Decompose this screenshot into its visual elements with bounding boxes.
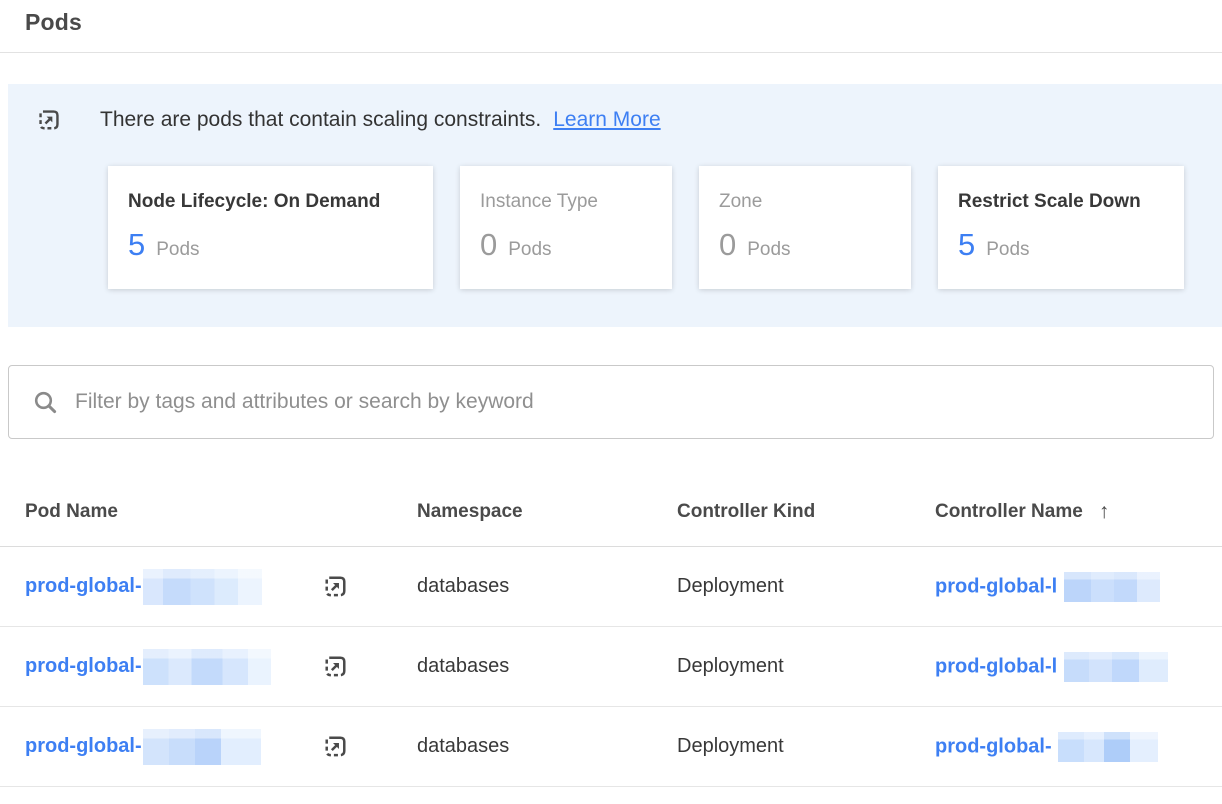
sort-ascending-icon[interactable]: ↑ (1099, 500, 1110, 524)
card-node-lifecycle[interactable]: Node Lifecycle: On Demand 5 Pods (108, 166, 433, 289)
redacted-text (1058, 732, 1158, 762)
learn-more-link[interactable]: Learn More (553, 108, 660, 132)
card-restrict-scale-down[interactable]: Restrict Scale Down 5 Pods (938, 166, 1184, 289)
pod-name: prod-global- (25, 649, 322, 685)
column-header-controller-kind[interactable]: Controller Kind (677, 501, 935, 523)
banner-message: There are pods that contain scaling cons… (100, 108, 541, 132)
redacted-text (143, 649, 271, 685)
namespace-cell: databases (417, 575, 677, 598)
search-icon (33, 390, 58, 415)
column-header-namespace[interactable]: Namespace (417, 501, 677, 523)
scaling-constraints-banner: There are pods that contain scaling cons… (8, 84, 1222, 327)
pod-name-cell: prod-global- (25, 649, 417, 685)
card-instance-type[interactable]: Instance Type 0 Pods (460, 166, 672, 289)
scale-constraint-icon (322, 733, 349, 760)
controller-name-cell: prod-global-l (935, 652, 1222, 682)
card-count: 5 (958, 227, 975, 263)
column-header-controller-name[interactable]: Controller Name ↑ (935, 500, 1222, 524)
pod-name-link[interactable]: prod-global- (25, 575, 142, 598)
card-title: Node Lifecycle: On Demand (128, 191, 413, 213)
card-count: 5 (128, 227, 145, 263)
table-row: prod-global- databases Deployment prod-g… (0, 707, 1222, 787)
namespace-cell: databases (417, 735, 677, 758)
scale-constraint-icon (36, 107, 62, 133)
scale-constraint-icon (322, 653, 349, 680)
card-value: 0 Pods (480, 227, 652, 263)
redacted-text (1064, 652, 1168, 682)
table-header-row: Pod Name Namespace Controller Kind Contr… (0, 477, 1222, 547)
controller-name-link[interactable]: prod-global- (935, 735, 1052, 757)
card-unit: Pods (747, 239, 790, 261)
pod-name-cell: prod-global- (25, 729, 417, 765)
card-count: 0 (480, 227, 497, 263)
card-value: 5 Pods (958, 227, 1164, 263)
redacted-text (1064, 572, 1160, 602)
filter-search-bar[interactable] (8, 365, 1214, 439)
banner-header: There are pods that contain scaling cons… (36, 107, 1202, 133)
controller-name-cell: prod-global-l (935, 572, 1222, 602)
pod-name: prod-global- (25, 729, 322, 765)
controller-kind-cell: Deployment (677, 655, 935, 678)
column-header-label: Controller Name (935, 501, 1083, 523)
controller-kind-cell: Deployment (677, 735, 935, 758)
pod-name: prod-global- (25, 569, 322, 605)
card-count: 0 (719, 227, 736, 263)
redacted-text (143, 729, 261, 765)
controller-name-link[interactable]: prod-global-l (935, 575, 1057, 597)
card-value: 5 Pods (128, 227, 413, 263)
pod-name-link[interactable]: prod-global- (25, 735, 142, 758)
table-row: prod-global- databases Deployment prod-g… (0, 627, 1222, 707)
table-row: prod-global- databases Deployment prod-g… (0, 547, 1222, 627)
pod-name-cell: prod-global- (25, 569, 417, 605)
column-header-pod-name[interactable]: Pod Name (25, 501, 417, 523)
namespace-cell: databases (417, 655, 677, 678)
scale-constraint-icon (322, 573, 349, 600)
card-unit: Pods (156, 239, 199, 261)
card-zone[interactable]: Zone 0 Pods (699, 166, 911, 289)
controller-kind-cell: Deployment (677, 575, 935, 598)
page-title: Pods (25, 9, 1222, 36)
search-input[interactable] (75, 390, 1189, 414)
controller-name-cell: prod-global- (935, 732, 1222, 762)
card-title: Restrict Scale Down (958, 191, 1164, 213)
constraint-cards: Node Lifecycle: On Demand 5 Pods Instanc… (108, 166, 1202, 289)
card-unit: Pods (986, 239, 1029, 261)
pods-table: Pod Name Namespace Controller Kind Contr… (0, 477, 1222, 787)
divider (0, 52, 1222, 53)
card-value: 0 Pods (719, 227, 891, 263)
card-unit: Pods (508, 239, 551, 261)
controller-name-link[interactable]: prod-global-l (935, 655, 1057, 677)
redacted-text (143, 569, 262, 605)
card-title: Zone (719, 191, 891, 213)
pod-name-link[interactable]: prod-global- (25, 655, 142, 678)
card-title: Instance Type (480, 191, 652, 213)
